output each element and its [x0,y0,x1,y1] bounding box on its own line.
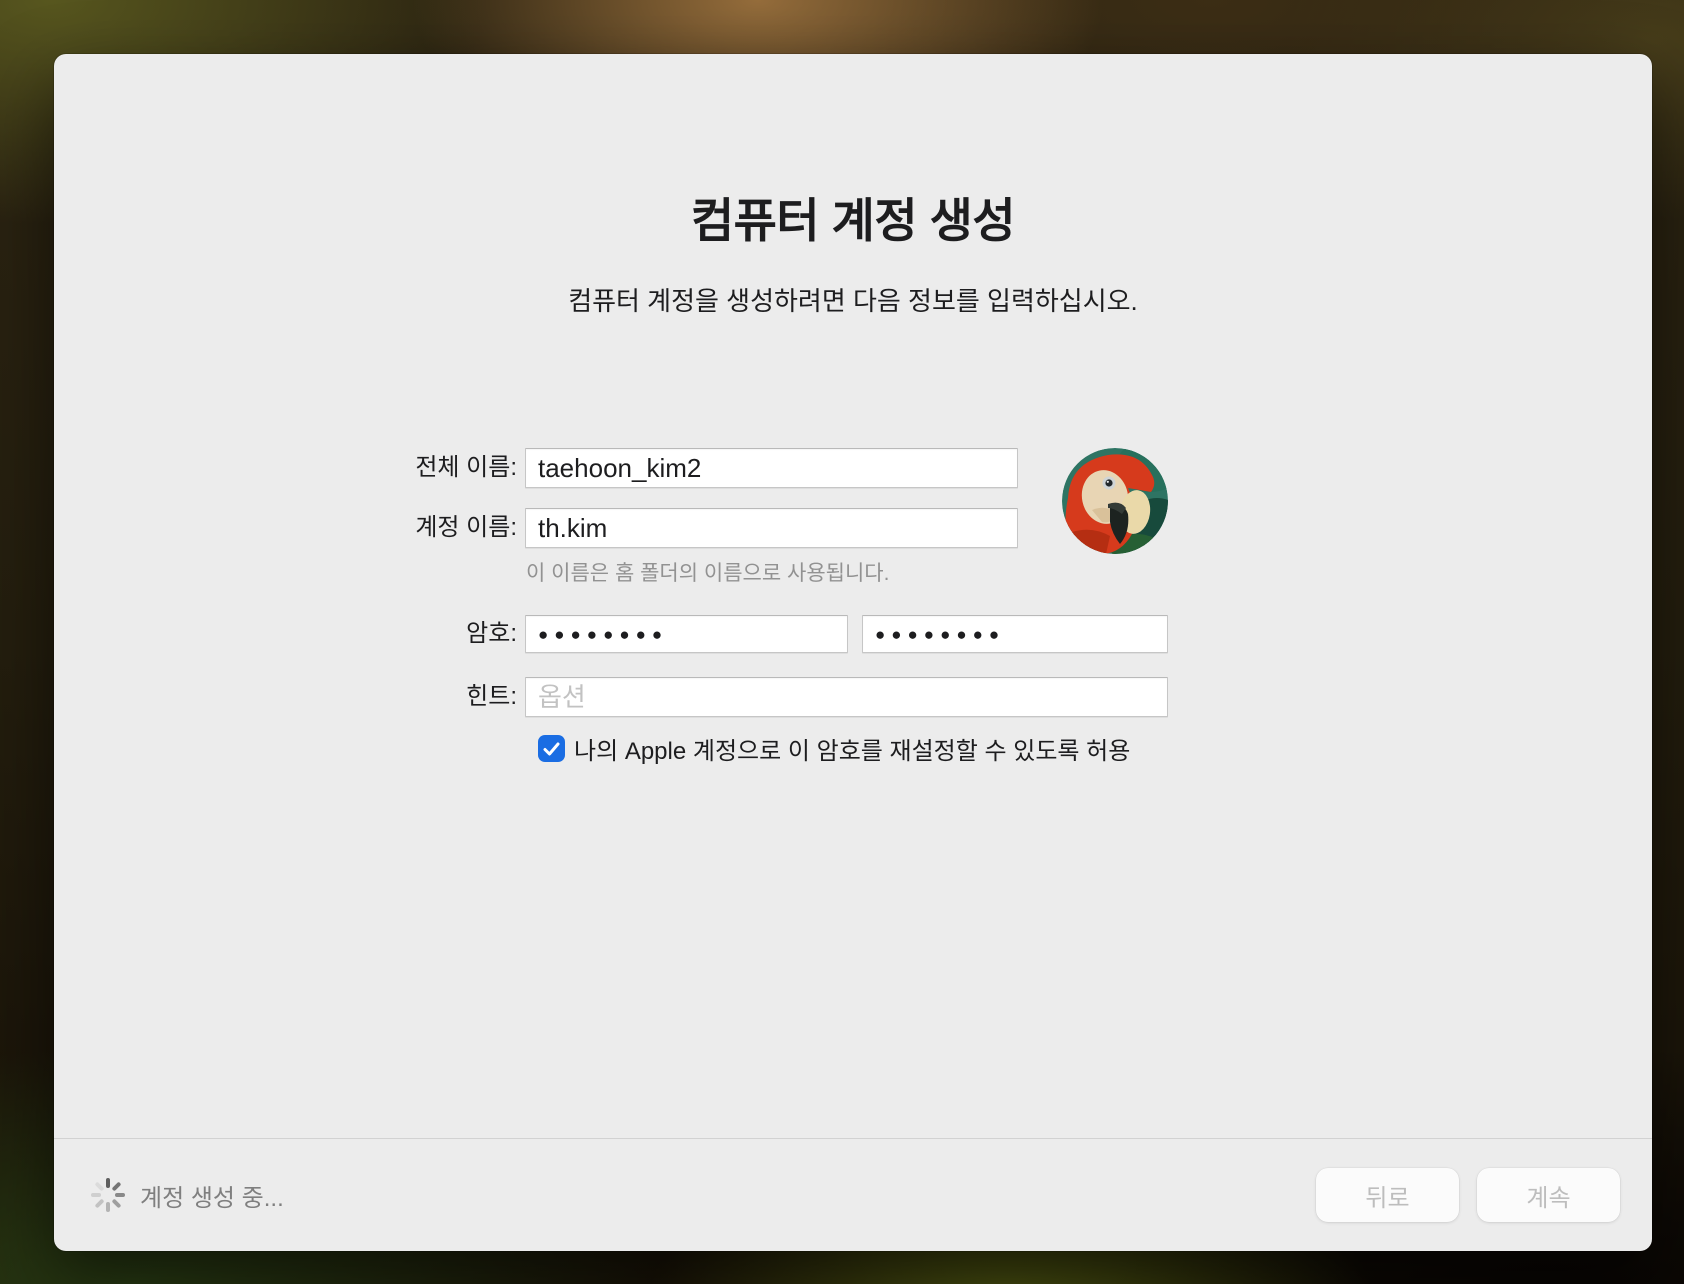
account-name-help-text: 이 이름은 홈 폴더의 이름으로 사용됩니다. [526,557,889,587]
hint-label: 힌트: [54,677,517,717]
page-subtitle: 컴퓨터 계정을 생성하려면 다음 정보를 입력하십시오. [54,281,1652,318]
footer-buttons: 뒤로 계속 [1316,1168,1620,1222]
password-label: 암호: [54,615,517,653]
status-text: 계정 생성 중... [140,1178,284,1213]
continue-button[interactable]: 계속 [1477,1168,1620,1222]
password-input[interactable] [525,615,848,653]
status-group: 계정 생성 중... [91,1178,284,1213]
account-name-input[interactable] [525,508,1018,548]
apple-account-reset-label: 나의 Apple 계정으로 이 암호를 재설정할 수 있도록 허용 [574,731,1130,766]
checkmark-icon [543,742,560,756]
apple-account-reset-checkbox[interactable] [538,735,565,762]
full-name-input[interactable] [525,448,1018,488]
footer-bar: 계정 생성 중... 뒤로 계속 [54,1138,1652,1251]
setup-assistant-window: 컴퓨터 계정 생성 컴퓨터 계정을 생성하려면 다음 정보를 입력하십시오. 전… [54,54,1652,1251]
account-name-label: 계정 이름: [54,508,517,548]
apple-account-reset-row: 나의 Apple 계정으로 이 암호를 재설정할 수 있도록 허용 [538,731,1130,766]
account-avatar[interactable] [1062,448,1168,554]
parrot-avatar-icon [1062,448,1168,554]
progress-spinner-icon [91,1178,125,1212]
back-button[interactable]: 뒤로 [1316,1168,1459,1222]
full-name-label: 전체 이름: [54,448,517,488]
hint-input[interactable] [525,677,1168,717]
password-verify-input[interactable] [862,615,1168,653]
page-title: 컴퓨터 계정 생성 [54,182,1652,251]
